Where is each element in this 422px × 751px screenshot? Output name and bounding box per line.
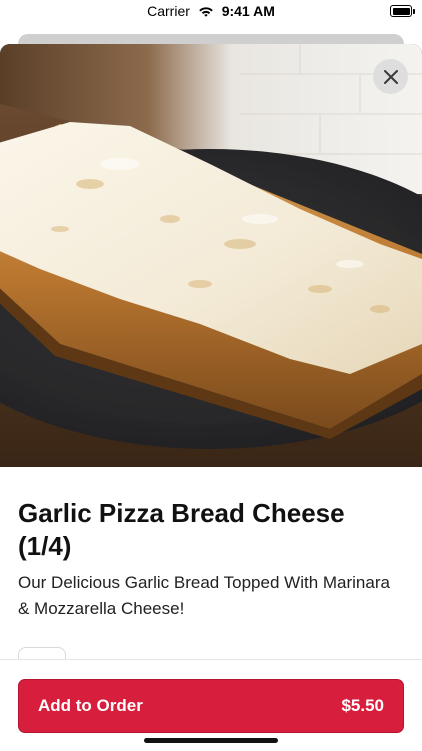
wifi-icon xyxy=(198,5,214,21)
add-to-order-label: Add to Order xyxy=(38,696,143,715)
carrier-label: Carrier xyxy=(147,3,190,19)
item-photo xyxy=(0,44,422,467)
item-details: Garlic Pizza Bread Cheese (1/4) Our Deli… xyxy=(0,467,422,679)
item-price: $5.50 xyxy=(341,696,384,715)
add-to-order-button[interactable]: Add to Order $5.50 xyxy=(18,679,404,733)
clock: 9:41 AM xyxy=(221,3,275,19)
status-bar: Carrier 9:41 AM xyxy=(0,0,422,24)
close-icon xyxy=(383,69,398,84)
bottom-action-bar: Add to Order $5.50 xyxy=(0,659,422,751)
close-button[interactable] xyxy=(373,59,408,94)
status-center: Carrier 9:41 AM xyxy=(0,3,422,21)
battery-fill xyxy=(392,7,410,15)
item-title: Garlic Pizza Bread Cheese (1/4) xyxy=(18,498,345,561)
home-indicator[interactable] xyxy=(144,738,278,743)
battery-icon xyxy=(390,5,415,17)
item-description: Our Delicious Garlic Bread Topped With M… xyxy=(18,573,390,618)
